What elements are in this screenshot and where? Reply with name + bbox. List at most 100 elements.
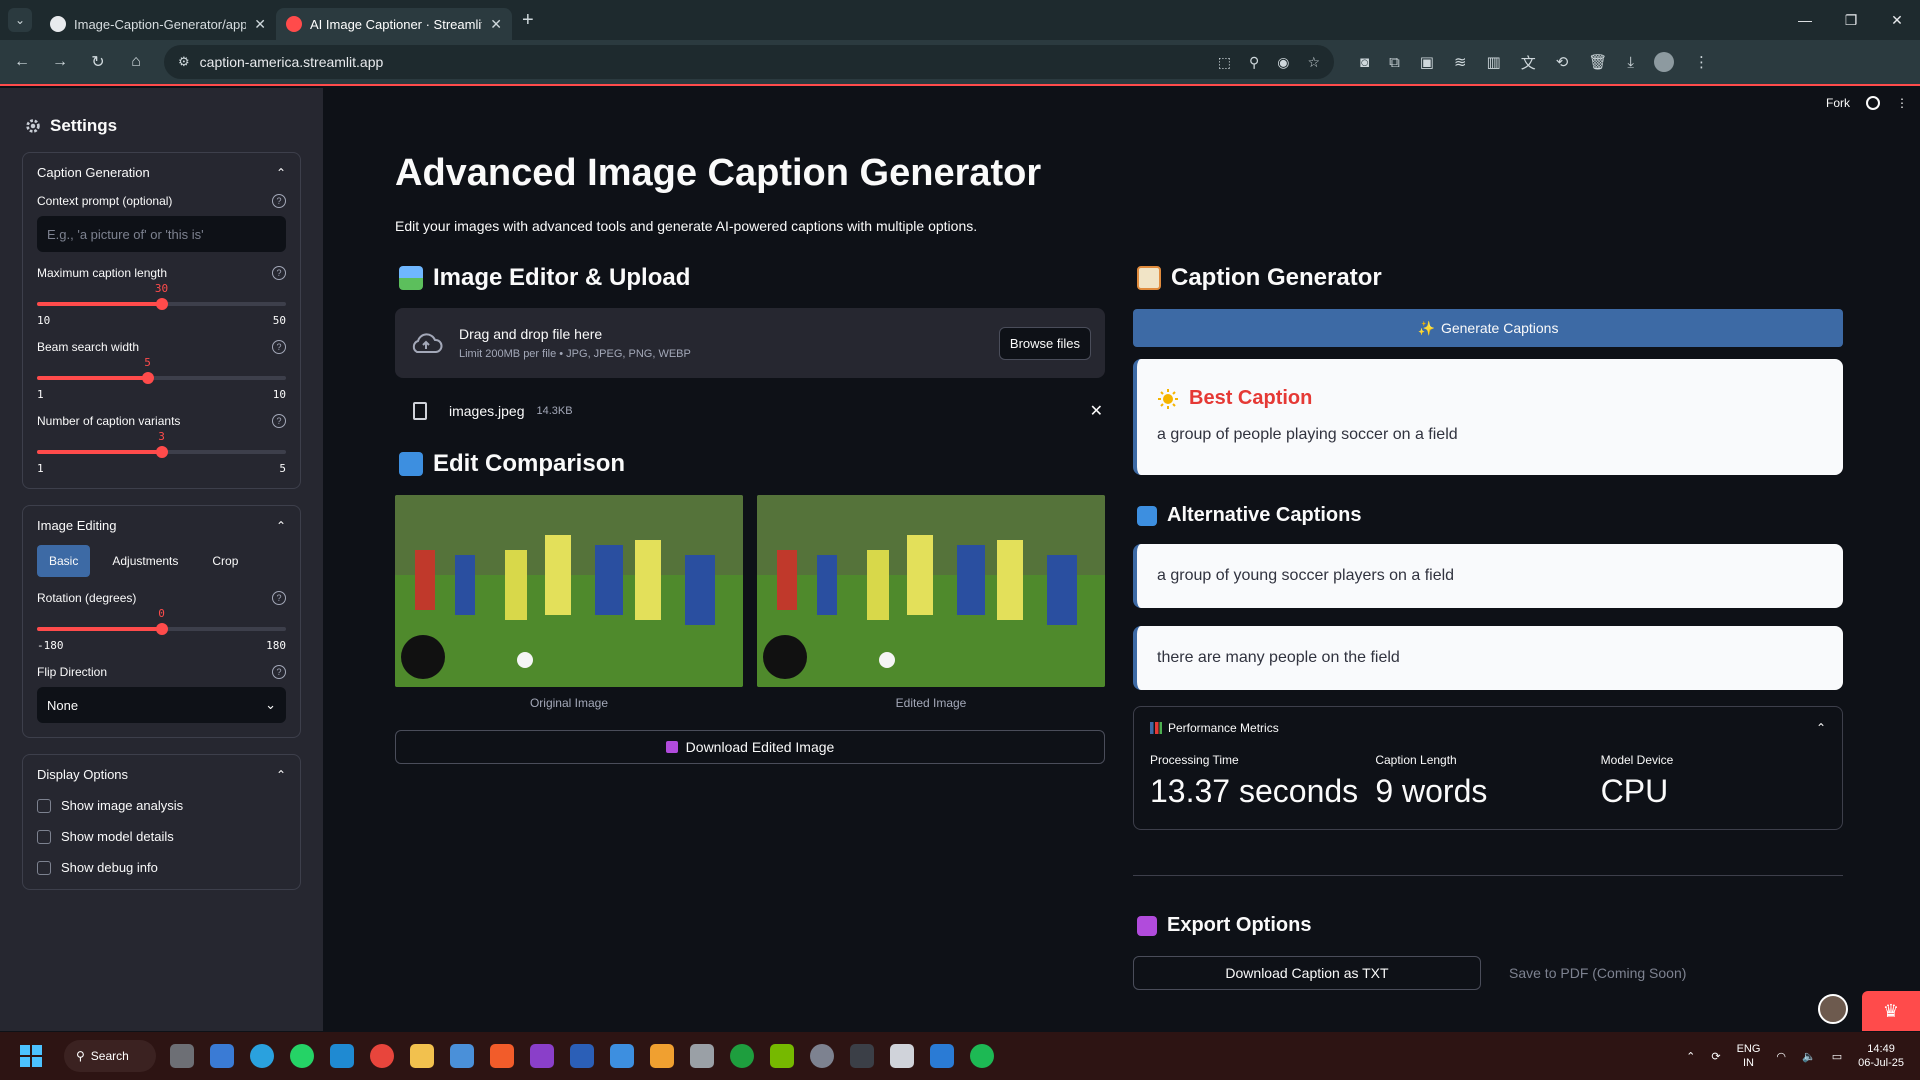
tab-adjustments[interactable]: Adjustments xyxy=(100,545,190,577)
minimize-icon[interactable]: — xyxy=(1782,0,1828,40)
zoom-icon[interactable]: ⚲ xyxy=(1249,54,1259,71)
close-icon[interactable]: ✕ xyxy=(254,16,266,33)
settings-icon[interactable] xyxy=(810,1044,834,1068)
expander-header[interactable]: Display Options ⌃ xyxy=(37,767,286,782)
chevron-up-icon[interactable]: ⌃ xyxy=(276,768,286,782)
task-view-icon[interactable] xyxy=(170,1044,194,1068)
slider-track[interactable] xyxy=(37,372,286,384)
github-icon[interactable] xyxy=(1866,96,1880,110)
install-icon[interactable]: ⬚ xyxy=(1218,54,1231,71)
close-window-icon[interactable]: ✕ xyxy=(1874,0,1920,40)
sync-icon[interactable]: ⟳ xyxy=(1711,1050,1720,1063)
sidepanel-icon[interactable]: ▥ xyxy=(1487,53,1501,71)
slider-track[interactable] xyxy=(37,298,286,310)
checkbox-box[interactable] xyxy=(37,860,51,875)
slider-thumb[interactable] xyxy=(155,298,168,310)
close-icon[interactable]: ✕ xyxy=(490,16,502,33)
windows-start-icon[interactable] xyxy=(20,1045,42,1067)
slider-track[interactable] xyxy=(37,446,286,458)
slider-thumb[interactable] xyxy=(155,623,168,635)
clock[interactable]: 14:49 06-Jul-25 xyxy=(1858,1042,1904,1070)
download-caption-txt-button[interactable]: Download Caption as TXT xyxy=(1133,956,1481,990)
tracking-icon[interactable]: ◉ xyxy=(1277,54,1289,71)
terminal-icon[interactable] xyxy=(850,1044,874,1068)
expander-header[interactable]: Image Editing ⌃ xyxy=(37,518,286,533)
checkbox-debug-info[interactable]: Show debug info xyxy=(37,860,286,875)
restore-icon[interactable]: ❐ xyxy=(1828,0,1874,40)
tab-crop[interactable]: Crop xyxy=(200,545,250,577)
photos-icon[interactable] xyxy=(930,1044,954,1068)
camera-icon[interactable]: ◙ xyxy=(1360,54,1369,71)
taskbar-search[interactable]: ⚲ Search xyxy=(64,1040,156,1072)
checkbox-model-details[interactable]: Show model details xyxy=(37,829,286,844)
remove-file-icon[interactable]: ✕ xyxy=(1090,401,1103,421)
address-bar[interactable]: ⚙ caption-america.streamlit.app ⬚ ⚲ ◉ ☆ xyxy=(164,45,1334,79)
profile-avatar[interactable] xyxy=(1654,52,1675,72)
help-icon[interactable]: ? xyxy=(272,414,286,428)
chevron-up-icon[interactable]: ⌃ xyxy=(276,166,286,180)
slider-thumb[interactable] xyxy=(155,446,168,458)
app-menu-icon[interactable]: ⋮ xyxy=(1896,96,1908,110)
lang-icon[interactable]: 文 xyxy=(1521,52,1536,73)
expander-header[interactable]: Performance Metrics ⌃ xyxy=(1150,721,1826,735)
forward-icon[interactable]: → xyxy=(44,46,76,78)
bookmark-star-icon[interactable]: ☆ xyxy=(1307,54,1320,71)
xbox-icon[interactable] xyxy=(730,1044,754,1068)
crown-icon[interactable]: ♛ xyxy=(1862,991,1920,1031)
help-icon[interactable]: ? xyxy=(272,266,286,280)
notepad-icon[interactable] xyxy=(890,1044,914,1068)
home-icon[interactable]: ⌂ xyxy=(120,46,152,78)
slider-thumb[interactable] xyxy=(141,372,154,384)
menu-kebab-icon[interactable]: ⋮ xyxy=(1694,53,1709,71)
puzzle-icon[interactable]: ⧉ xyxy=(1389,54,1400,71)
variants-slider[interactable]: 3 1 5 xyxy=(37,430,286,475)
onenote-icon[interactable] xyxy=(530,1044,554,1068)
telegram-icon[interactable] xyxy=(250,1044,274,1068)
fork-button[interactable]: Fork xyxy=(1826,96,1850,110)
slider-track[interactable] xyxy=(37,623,286,635)
paint-icon[interactable] xyxy=(610,1044,634,1068)
generate-captions-button[interactable]: ✨ Generate Captions xyxy=(1133,309,1843,347)
checkbox-box[interactable] xyxy=(37,798,51,813)
translate-icon[interactable]: ≋ xyxy=(1454,53,1467,71)
max-length-slider[interactable]: 30 10 50 xyxy=(37,282,286,327)
spotify-icon[interactable] xyxy=(970,1044,994,1068)
new-tab-icon[interactable]: + xyxy=(522,9,534,32)
chevron-up-icon[interactable]: ⌃ xyxy=(1686,1050,1695,1063)
reload-icon[interactable]: ↻ xyxy=(82,46,114,78)
widgets-icon[interactable] xyxy=(210,1044,234,1068)
tab-search-icon[interactable]: ⌄ xyxy=(8,8,32,32)
file-explorer-icon[interactable] xyxy=(410,1044,434,1068)
site-info-icon[interactable]: ⚙ xyxy=(178,54,190,70)
help-icon[interactable]: ? xyxy=(272,665,286,679)
battery-icon[interactable]: ▭ xyxy=(1832,1050,1842,1063)
unity-icon[interactable] xyxy=(690,1044,714,1068)
checkbox-box[interactable] xyxy=(37,829,51,844)
tab-github[interactable]: Image-Caption-Generator/app ✕ xyxy=(40,8,276,40)
user-avatar[interactable] xyxy=(1818,994,1848,1024)
whatsapp-icon[interactable] xyxy=(290,1044,314,1068)
history-icon[interactable]: ⟲ xyxy=(1556,53,1569,71)
brave-icon[interactable] xyxy=(490,1044,514,1068)
context-prompt-input[interactable]: E.g., 'a picture of' or 'this is' xyxy=(37,216,286,252)
language-indicator[interactable]: ENG IN xyxy=(1737,1042,1761,1070)
expander-header[interactable]: Caption Generation ⌃ xyxy=(37,165,286,180)
flip-select[interactable]: None ⌄ xyxy=(37,687,286,723)
tab-streamlit[interactable]: AI Image Captioner · Streamlit ✕ xyxy=(276,8,512,40)
help-icon[interactable]: ? xyxy=(272,591,286,605)
download-icon[interactable]: ⤓ xyxy=(1627,54,1634,71)
help-icon[interactable]: ? xyxy=(272,194,286,208)
chevron-up-icon[interactable]: ⌃ xyxy=(1816,721,1826,735)
store-icon[interactable] xyxy=(450,1044,474,1068)
help-icon[interactable]: ? xyxy=(272,340,286,354)
word-icon[interactable] xyxy=(570,1044,594,1068)
wifi-icon[interactable]: ◠ xyxy=(1776,1050,1786,1063)
download-edited-image-button[interactable]: Download Edited Image xyxy=(395,730,1105,764)
trash-icon[interactable]: 🗑 xyxy=(1588,53,1607,71)
vscode-icon[interactable] xyxy=(330,1044,354,1068)
volume-icon[interactable]: 🔈 xyxy=(1802,1050,1816,1063)
checkbox-image-analysis[interactable]: Show image analysis xyxy=(37,798,286,813)
back-icon[interactable]: ← xyxy=(6,46,38,78)
file-uploader-dropzone[interactable]: Drag and drop file here Limit 200MB per … xyxy=(395,308,1105,378)
beam-slider[interactable]: 5 1 10 xyxy=(37,356,286,401)
